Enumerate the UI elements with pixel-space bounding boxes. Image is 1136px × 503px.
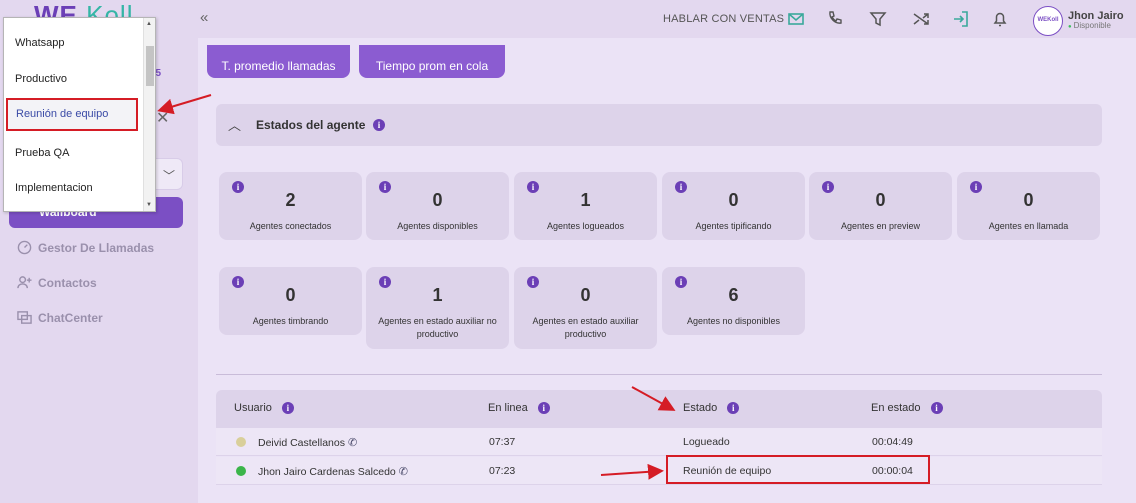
scroll-up-icon[interactable]: ▲ bbox=[146, 21, 152, 27]
card-value: 6 bbox=[728, 285, 739, 305]
card-value: 1 bbox=[580, 190, 591, 210]
sidebar-item-gestor-llamadas[interactable]: Gestor De Llamadas bbox=[17, 240, 154, 255]
collapse-sidebar-icon[interactable]: « bbox=[200, 9, 208, 26]
agent-states-section-header[interactable]: ︿ Estados del agente i bbox=[216, 104, 1102, 146]
card-value: 0 bbox=[875, 190, 886, 210]
agent-state-card: i 0 Agentes en llamada bbox=[957, 172, 1100, 240]
section-title: Estados del agente bbox=[256, 118, 366, 132]
agent-state-card: i 1 Agentes logueados bbox=[514, 172, 657, 240]
state-select-toggle[interactable]: ﹀ bbox=[155, 158, 183, 190]
card-label: Agentes timbrando bbox=[252, 316, 329, 326]
table-row[interactable]: Jhon Jairo Cardenas Salcedo ✆ 07:23 Reuni… bbox=[216, 457, 1102, 485]
gauge-icon bbox=[17, 240, 32, 255]
card-label: Agentes en estado auxiliar no productivo bbox=[378, 316, 497, 339]
shuffle-icon[interactable] bbox=[911, 9, 931, 29]
user-cell: Deivid Castellanos ✆ bbox=[258, 437, 358, 449]
scroll-thumb[interactable] bbox=[146, 46, 154, 86]
divider bbox=[216, 374, 1102, 375]
info-icon[interactable]: i bbox=[373, 119, 385, 131]
user-status: Disponible bbox=[1068, 21, 1111, 30]
annotation-highlight-box bbox=[666, 455, 930, 484]
col-header-usuario[interactable]: Usuario i bbox=[234, 402, 294, 414]
card-value: 0 bbox=[285, 285, 296, 305]
card-value: 2 bbox=[285, 190, 296, 210]
dropdown-option[interactable]: Productivo bbox=[15, 73, 67, 85]
table-row[interactable]: Deivid Castellanos ✆ 07:37 Logueado 00:04… bbox=[216, 428, 1102, 456]
state-cell: Logueado bbox=[683, 436, 730, 448]
sidebar-item-chatcenter[interactable]: ChatCenter bbox=[17, 310, 103, 325]
login-icon[interactable] bbox=[951, 9, 971, 29]
tab-tiempo-cola[interactable]: Tiempo prom en cola bbox=[359, 45, 505, 78]
card-label: Agentes en preview bbox=[840, 221, 921, 231]
table-header: Usuario i En linea i Estado i En estado i bbox=[216, 390, 1102, 428]
card-label: Agentes tipificando bbox=[695, 221, 772, 231]
card-value: 0 bbox=[1023, 190, 1034, 210]
agent-state-card: i 0 Agentes timbrando bbox=[219, 267, 362, 335]
sidebar-item-contactos[interactable]: Contactos bbox=[17, 275, 97, 290]
col-header-estado[interactable]: Estado i bbox=[683, 402, 740, 414]
col-header-en-estado[interactable]: En estado i bbox=[871, 402, 943, 414]
chevron-down-icon: ﹀ bbox=[163, 169, 176, 183]
user-plus-icon bbox=[17, 276, 32, 289]
phone-icon[interactable] bbox=[825, 9, 845, 29]
chat-icon bbox=[17, 311, 32, 324]
agent-state-card: i 0 Agentes disponibles bbox=[366, 172, 509, 240]
card-label: Agentes en llamada bbox=[988, 221, 1069, 231]
phone-icon[interactable]: ✆ bbox=[348, 437, 357, 449]
info-icon[interactable]: i bbox=[727, 402, 740, 414]
card-label: Agentes conectados bbox=[249, 221, 332, 231]
card-value: 1 bbox=[432, 285, 443, 305]
close-icon[interactable]: ✕ bbox=[156, 108, 169, 128]
state-dropdown[interactable]: Whatsapp Productivo Reunión de equipo Pr… bbox=[3, 17, 156, 212]
bell-icon[interactable] bbox=[990, 9, 1010, 29]
dropdown-scrollbar[interactable]: ▲ ▼ bbox=[143, 18, 155, 211]
info-icon[interactable]: i bbox=[281, 402, 294, 414]
dropdown-option[interactable]: Prueba QA bbox=[15, 147, 69, 159]
online-cell: 07:23 bbox=[489, 465, 516, 477]
agent-state-card: i 0 Agentes tipificando bbox=[662, 172, 805, 240]
dropdown-option-highlighted[interactable]: Reunión de equipo bbox=[6, 98, 138, 131]
agent-state-card: i 0 Agentes en estado auxiliar productivo bbox=[514, 267, 657, 349]
col-header-en-linea[interactable]: En linea i bbox=[488, 402, 550, 414]
card-label: Agentes disponibles bbox=[397, 221, 478, 231]
agent-state-card: i 0 Agentes en preview bbox=[809, 172, 952, 240]
in-state-cell: 00:04:49 bbox=[872, 436, 913, 448]
user-cell: Jhon Jairo Cardenas Salcedo ✆ bbox=[258, 466, 408, 478]
agent-state-card: i 6 Agentes no disponibles bbox=[662, 267, 805, 335]
online-cell: 07:37 bbox=[489, 436, 516, 448]
chevron-up-icon[interactable]: ︿ bbox=[228, 115, 241, 134]
sales-link[interactable]: HABLAR CON VENTAS bbox=[663, 13, 784, 25]
status-dot bbox=[236, 437, 246, 447]
card-value: 0 bbox=[728, 190, 739, 210]
info-icon[interactable]: i bbox=[537, 402, 550, 414]
agent-state-card: i 2 Agentes conectados bbox=[219, 172, 362, 240]
card-value: 0 bbox=[432, 190, 443, 210]
dropdown-option[interactable]: Implementacion bbox=[15, 182, 93, 194]
phone-icon[interactable]: ✆ bbox=[399, 466, 408, 478]
card-value: 0 bbox=[580, 285, 591, 305]
mail-icon[interactable] bbox=[786, 9, 806, 29]
avatar[interactable]: WEKoll bbox=[1033, 6, 1063, 36]
tab-promedio-llamadas[interactable]: T. promedio llamadas bbox=[207, 45, 350, 78]
card-label: Agentes logueados bbox=[546, 221, 625, 231]
agent-state-card: i 1 Agentes en estado auxiliar no producti… bbox=[366, 267, 509, 349]
scroll-down-icon[interactable]: ▼ bbox=[146, 202, 152, 208]
status-dot bbox=[236, 466, 246, 476]
info-icon[interactable]: i bbox=[930, 402, 943, 414]
dropdown-option[interactable]: Whatsapp bbox=[15, 37, 65, 49]
filter-icon[interactable] bbox=[868, 9, 888, 29]
card-label: Agentes no disponibles bbox=[686, 316, 781, 326]
card-label: Agentes en estado auxiliar productivo bbox=[532, 316, 639, 339]
